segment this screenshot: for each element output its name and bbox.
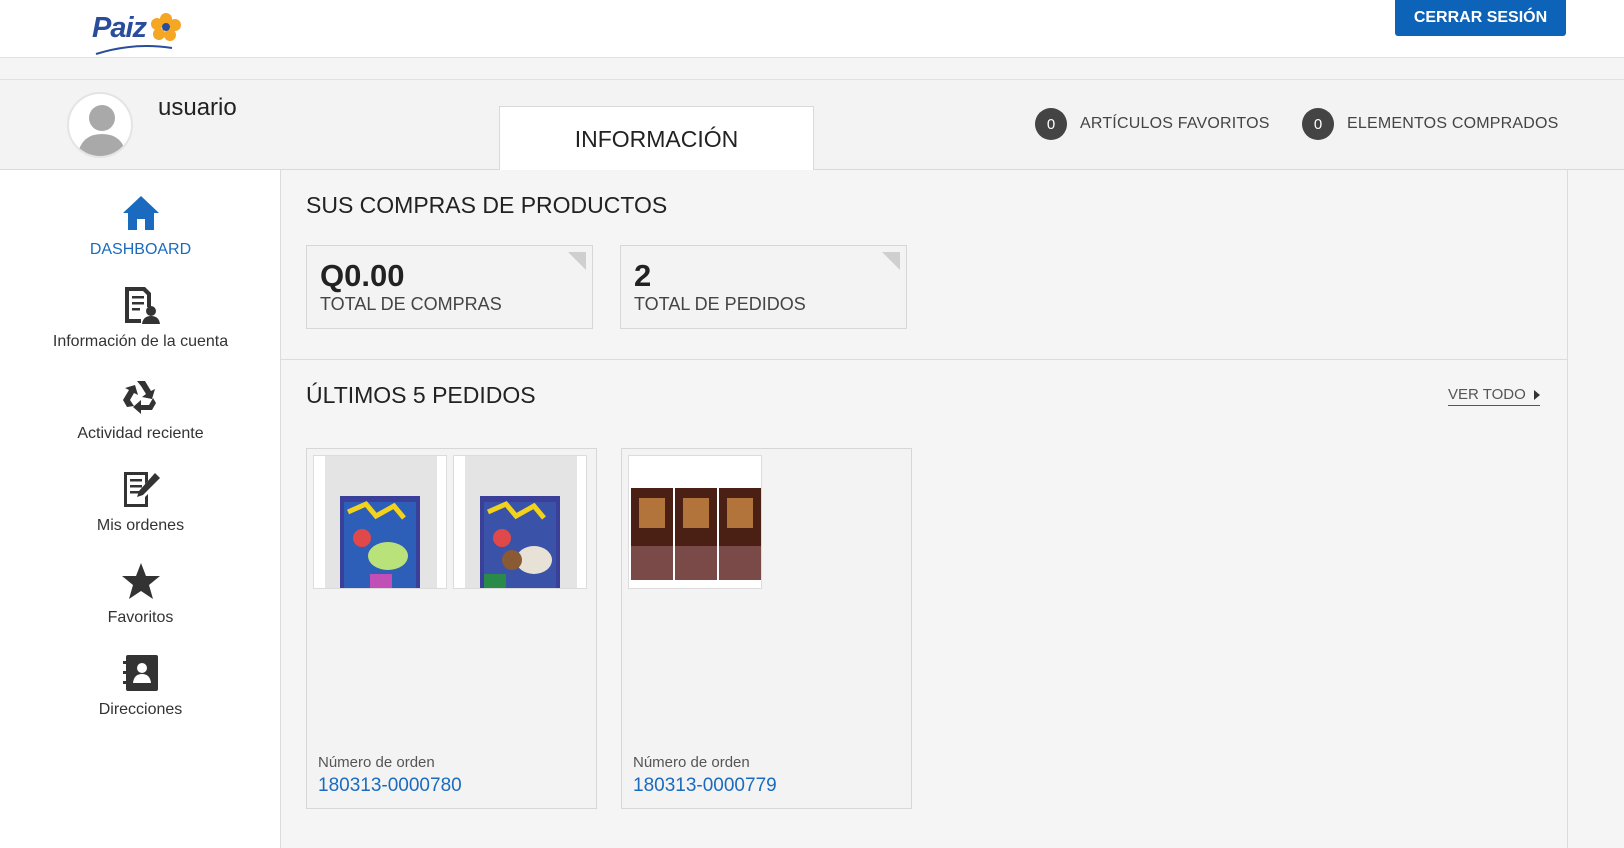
favorites-count-badge: 0 xyxy=(1035,108,1067,140)
logo-text: Paiz xyxy=(92,12,147,44)
card-corner-fold xyxy=(882,252,900,270)
recycle-icon xyxy=(120,376,162,418)
view-all-label: VER TODO xyxy=(1448,386,1526,403)
username: usuario xyxy=(158,94,237,121)
sidebar-item-favorites[interactable]: Favoritos xyxy=(0,560,281,627)
total-orders-card: 2 TOTAL DE PEDIDOS xyxy=(620,245,907,329)
order-card[interactable]: Número de orden 180313-0000780 xyxy=(306,448,597,809)
tab-informacion[interactable]: INFORMACIÓN xyxy=(499,106,814,172)
purchased-label: ELEMENTOS COMPRADOS xyxy=(1347,115,1559,132)
purchased-stat[interactable]: 0 ELEMENTOS COMPRADOS xyxy=(1302,108,1559,140)
home-icon xyxy=(120,192,162,234)
logo-swoosh-icon xyxy=(95,45,173,55)
profile-header: usuario INFORMACIÓN 0 ARTÍCULOS FAVORITO… xyxy=(0,79,1624,172)
total-purchases-card: Q0.00 TOTAL DE COMPRAS xyxy=(306,245,593,329)
edit-orders-icon xyxy=(120,468,162,510)
sidebar-item-label: Actividad reciente xyxy=(77,425,204,442)
avatar xyxy=(67,92,133,158)
sidebar-item-label: Direcciones xyxy=(98,701,183,718)
purchases-section-title: SUS COMPRAS DE PRODUCTOS xyxy=(306,192,668,218)
total-purchases-label: TOTAL DE COMPRAS xyxy=(320,294,502,314)
main-content: SUS COMPRAS DE PRODUCTOS Q0.00 TOTAL DE … xyxy=(281,170,1568,848)
order-card[interactable]: Número de orden 180313-0000779 xyxy=(621,448,912,809)
view-all-link[interactable]: VER TODO xyxy=(1448,386,1540,406)
sidebar-item-label: DASHBOARD xyxy=(89,241,192,258)
sidebar-item-label: Favoritos xyxy=(107,609,174,626)
sidebar-item-dashboard[interactable]: DASHBOARD xyxy=(0,192,281,259)
product-image[interactable] xyxy=(313,455,447,589)
product-image[interactable] xyxy=(453,455,587,589)
account-info-icon xyxy=(120,284,162,326)
logout-button[interactable]: CERRAR SESIÓN xyxy=(1395,0,1566,36)
caret-right-icon xyxy=(1533,389,1540,400)
sidebar-item-label: Mis ordenes xyxy=(96,517,185,534)
section-divider xyxy=(281,359,1568,360)
total-orders-value: 2 xyxy=(634,258,652,293)
paiz-logo[interactable]: Paiz xyxy=(92,12,184,55)
star-icon xyxy=(120,560,162,602)
flower-icon xyxy=(151,12,182,41)
order-number-label: Número de orden xyxy=(633,754,750,771)
sidebar-item-account-info[interactable]: Información de la cuenta xyxy=(0,284,281,351)
address-book-icon xyxy=(120,652,162,694)
sidebar-item-addresses[interactable]: Direcciones xyxy=(0,652,281,719)
sidebar: DASHBOARD Información de la cuenta Activ… xyxy=(0,170,281,848)
total-purchases-value: Q0.00 xyxy=(320,258,405,293)
top-bar: Paiz CERRAR SESIÓN xyxy=(0,0,1624,58)
sidebar-item-label: Información de la cuenta xyxy=(52,333,229,350)
total-orders-label: TOTAL DE PEDIDOS xyxy=(634,294,806,314)
purchased-count-badge: 0 xyxy=(1302,108,1334,140)
order-number-link[interactable]: 180313-0000780 xyxy=(318,775,462,797)
sidebar-item-recent-activity[interactable]: Actividad reciente xyxy=(0,376,281,443)
product-image[interactable] xyxy=(628,455,762,589)
order-number-label: Número de orden xyxy=(318,754,435,771)
sidebar-item-my-orders[interactable]: Mis ordenes xyxy=(0,468,281,535)
favorites-stat[interactable]: 0 ARTÍCULOS FAVORITOS xyxy=(1035,108,1270,140)
user-silhouette-icon xyxy=(77,105,127,156)
orders-section-title: ÚLTIMOS 5 PEDIDOS xyxy=(306,382,536,408)
favorites-label: ARTÍCULOS FAVORITOS xyxy=(1080,115,1270,132)
card-corner-fold xyxy=(568,252,586,270)
order-number-link[interactable]: 180313-0000779 xyxy=(633,775,777,797)
